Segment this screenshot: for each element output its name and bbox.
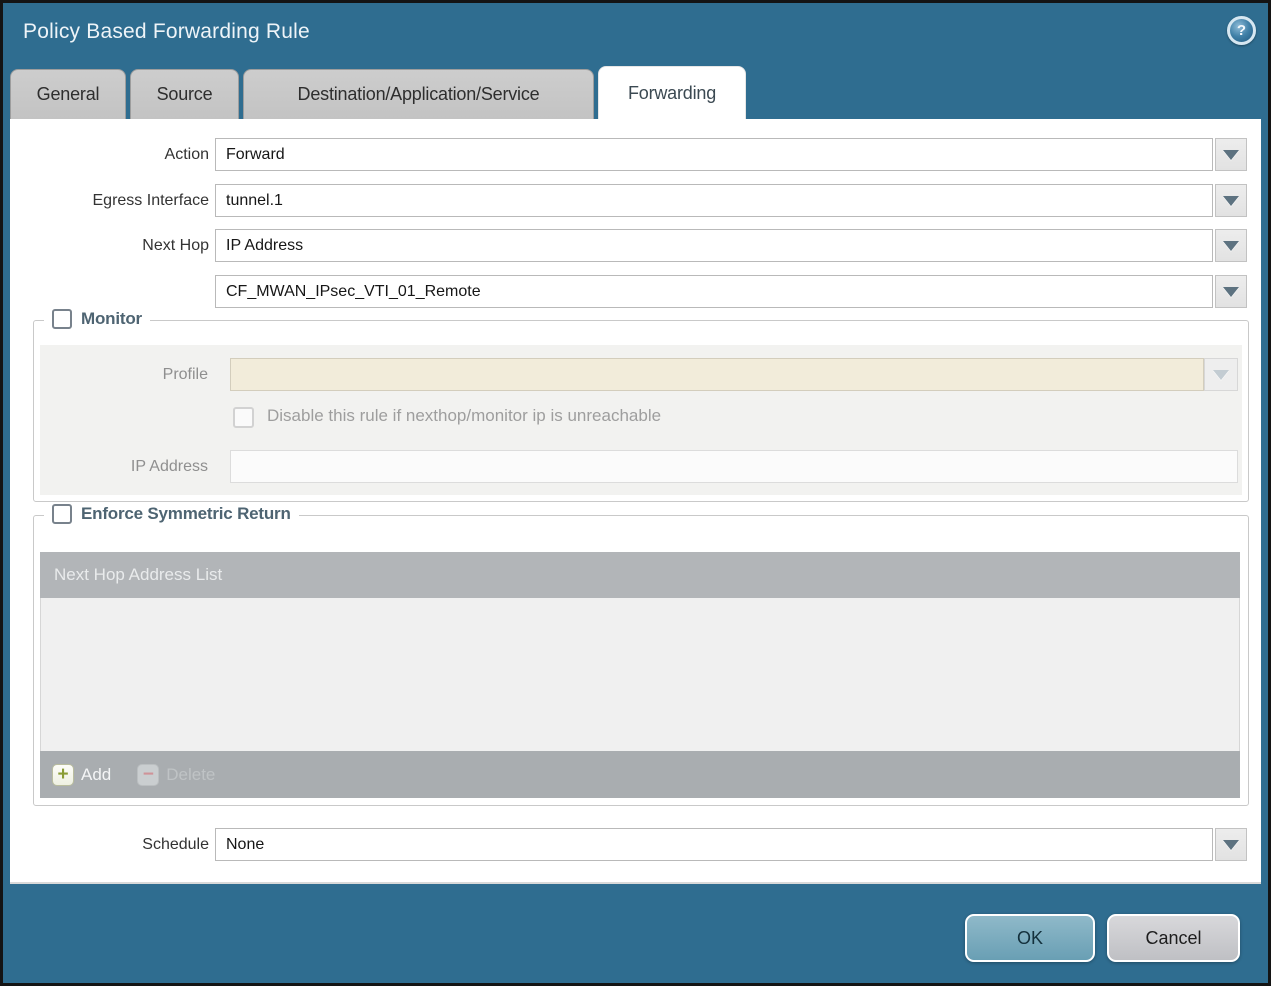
monitor-legend: Monitor — [44, 309, 150, 329]
monitor-group: Monitor Profile Disable this rule if nex… — [33, 309, 1249, 502]
tab-destination-application-service[interactable]: Destination/Application/Service — [243, 69, 594, 119]
next-hop-label: Next Hop — [142, 237, 209, 254]
cancel-button[interactable]: Cancel — [1107, 914, 1240, 962]
tab-forwarding[interactable]: Forwarding — [598, 66, 746, 119]
disable-rule-label: Disable this rule if nexthop/monitor ip … — [267, 406, 662, 425]
monitor-panel: Profile Disable this rule if nexthop/mon… — [40, 345, 1242, 495]
profile-label: Profile — [162, 366, 208, 383]
next-hop-type-dropdown-button[interactable] — [1215, 229, 1247, 262]
chevron-down-icon — [1223, 286, 1239, 297]
help-icon[interactable]: ? — [1227, 16, 1256, 45]
ok-button[interactable]: OK — [965, 914, 1095, 962]
tab-general[interactable]: General — [10, 69, 126, 119]
next-hop-address-list-header: Next Hop Address List — [40, 552, 1240, 598]
enforce-symmetric-return-group: Enforce Symmetric Return Next Hop Addres… — [33, 504, 1249, 806]
next-hop-address-list-toolbar: + Add − Delete — [40, 751, 1240, 798]
dialog-window: Policy Based Forwarding Rule ? General S… — [3, 3, 1268, 983]
profile-dropdown-button — [1204, 358, 1238, 391]
add-button[interactable]: + Add — [52, 763, 112, 786]
action-label: Action — [164, 146, 209, 163]
chevron-down-icon — [1223, 195, 1239, 206]
next-hop-address-list-body[interactable] — [40, 598, 1240, 751]
chevron-down-icon — [1213, 369, 1229, 380]
plus-glyph: + — [57, 764, 69, 785]
monitor-ip-address-input — [230, 450, 1238, 483]
dialog-title: Policy Based Forwarding Rule — [23, 20, 310, 43]
add-button-label: Add — [81, 764, 112, 784]
monitor-checkbox[interactable] — [52, 309, 72, 329]
chevron-down-icon — [1223, 240, 1239, 251]
next-hop-address-table: Next Hop Address List + Add − Delete — [40, 552, 1240, 798]
egress-interface-label: Egress Interface — [92, 192, 210, 209]
action-input[interactable] — [215, 138, 1213, 171]
chevron-down-icon — [1223, 149, 1239, 160]
disable-rule-checkbox — [233, 407, 254, 428]
egress-interface-dropdown-button[interactable] — [1215, 184, 1247, 217]
delete-button-label: Delete — [166, 764, 216, 784]
delete-button: − Delete — [137, 763, 216, 786]
chevron-down-icon — [1223, 839, 1239, 850]
enforce-symmetric-return-checkbox[interactable] — [52, 504, 72, 524]
next-hop-address-dropdown-button[interactable] — [1215, 275, 1247, 308]
next-hop-type-input[interactable] — [215, 229, 1213, 262]
forwarding-tab-panel: Action Egress Interface Next Hop Monitor… — [10, 119, 1261, 884]
schedule-input[interactable] — [215, 828, 1213, 861]
plus-icon: + — [52, 763, 74, 786]
minus-icon: − — [137, 763, 160, 786]
schedule-dropdown-button[interactable] — [1215, 828, 1247, 861]
minus-glyph: − — [142, 764, 154, 785]
next-hop-address-input[interactable] — [215, 275, 1213, 308]
enforce-symmetric-return-label: Enforce Symmetric Return — [81, 504, 291, 523]
schedule-label: Schedule — [142, 836, 209, 853]
egress-interface-input[interactable] — [215, 184, 1213, 217]
action-dropdown-button[interactable] — [1215, 138, 1247, 171]
enforce-symmetric-return-legend: Enforce Symmetric Return — [44, 504, 299, 524]
monitor-ip-address-label: IP Address — [130, 458, 208, 475]
monitor-label: Monitor — [81, 309, 142, 328]
help-glyph: ? — [1236, 22, 1247, 39]
tab-source[interactable]: Source — [130, 69, 239, 119]
profile-input — [230, 358, 1204, 391]
